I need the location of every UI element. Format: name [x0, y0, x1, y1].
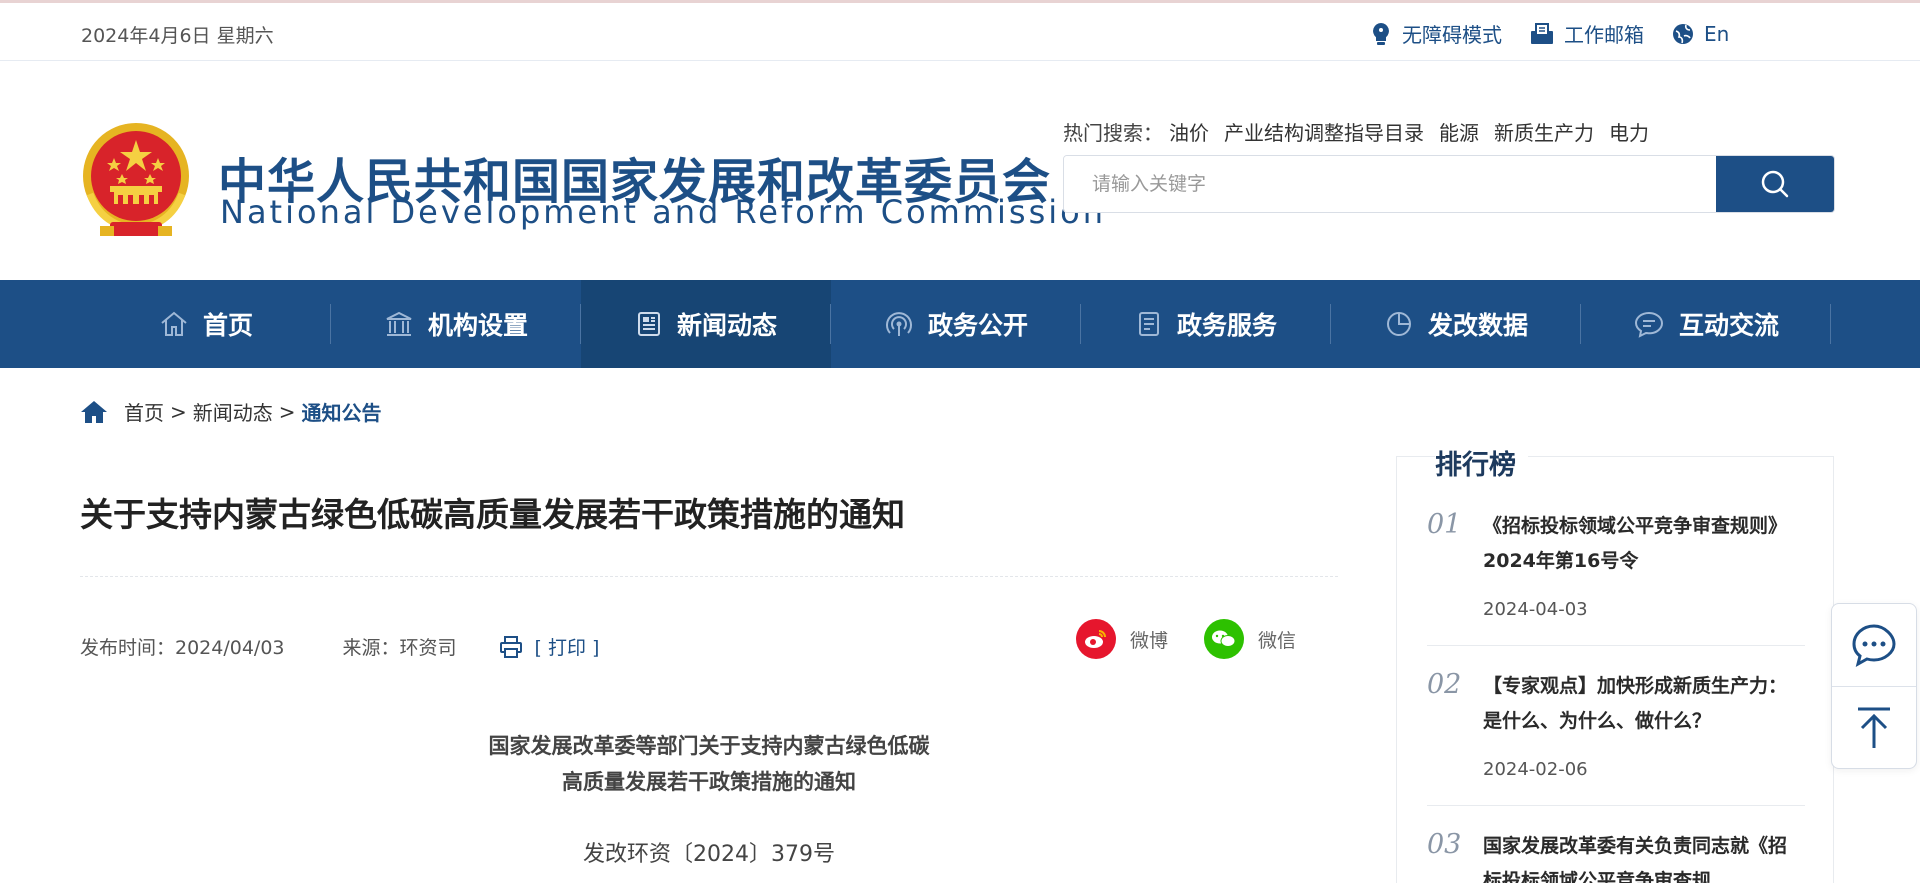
share-wechat-button[interactable]: 微信: [1204, 619, 1296, 659]
ranking-title: 排行榜: [1435, 443, 1528, 482]
share-weibo-label: 微博: [1130, 629, 1169, 652]
ranking-divider: [1427, 805, 1805, 806]
ranking-item-title[interactable]: 国家发展改革委有关负责同志就《招标投标领域公平竞争审查规: [1483, 829, 1793, 883]
ranking-item-title[interactable]: 《招标投标领域公平竞争审查规则》 2024年第16号令: [1483, 509, 1793, 579]
home-icon: [161, 311, 187, 336]
site-header: 中华人民共和国国家发展和改革委员会 National Development a…: [0, 62, 1920, 280]
hot-search-item[interactable]: 产业结构调整指导目录: [1224, 117, 1424, 146]
hot-search-item[interactable]: 电力: [1609, 117, 1649, 146]
breadcrumb-separator: >: [170, 399, 187, 424]
work-mailbox-link[interactable]: 工作邮箱: [1530, 19, 1644, 48]
chat-bubble-icon: [1634, 311, 1663, 338]
english-link[interactable]: En: [1672, 22, 1729, 46]
publish-time: 发布时间：2024/04/03: [80, 637, 285, 659]
accessibility-mode-label: 无障碍模式: [1402, 23, 1502, 47]
print-button[interactable]: [ 打印 ]: [499, 633, 600, 660]
current-date: 2024年4月6日 星期六: [81, 25, 274, 47]
home-icon[interactable]: [80, 399, 108, 425]
nav-item-news[interactable]: 新闻动态: [581, 280, 831, 368]
main-nav: 首页 机构设置 新闻动态 政务公开 政务服务 发改数据 互动交流: [0, 280, 1920, 368]
ranking-number: 02: [1427, 669, 1462, 700]
nav-item-label: 机构设置: [427, 311, 528, 340]
print-label: [ 打印 ]: [534, 637, 600, 659]
national-emblem-icon[interactable]: [80, 122, 192, 240]
breadcrumb-separator: >: [278, 399, 296, 424]
nav-separator: [1830, 304, 1831, 344]
nav-item-home[interactable]: 首页: [81, 280, 331, 368]
breadcrumb-news[interactable]: 新闻动态: [193, 397, 273, 426]
arrow-up-icon: [1858, 707, 1890, 748]
institution-icon: [386, 311, 412, 336]
ranking-item-date: 2024-04-03: [1483, 599, 1588, 620]
ranking-panel: 排行榜 01 《招标投标领域公平竞争审查规则》 2024年第16号令 2024-…: [1396, 443, 1834, 883]
globe-icon: [1673, 23, 1693, 44]
search-icon: [1761, 170, 1789, 198]
ranking-item-title[interactable]: 【专家观点】加快形成新质生产力：是什么、为什么、做什么？: [1483, 669, 1793, 739]
document-number: 发改环资〔2024〕379号: [583, 842, 835, 867]
accessibility-mode-link[interactable]: 无障碍模式: [1370, 19, 1502, 48]
share-buttons: 微博 微信: [1076, 619, 1332, 659]
ranking-number: 01: [1427, 509, 1462, 540]
nav-item-data[interactable]: 发改数据: [1331, 280, 1581, 368]
nav-item-label: 首页: [202, 311, 253, 340]
floating-toolbar: [1831, 603, 1917, 769]
weibo-icon: [1076, 619, 1116, 659]
utility-links: 无障碍模式 工作邮箱 En: [1370, 19, 1757, 48]
nav-item-institutions[interactable]: 机构设置: [331, 280, 581, 368]
chat-icon: [1852, 624, 1896, 667]
work-mailbox-label: 工作邮箱: [1564, 23, 1644, 47]
nav-item-label: 发改数据: [1427, 311, 1528, 340]
document-heading-line: 国家发展改革委等部门关于支持内蒙古绿色低碳: [488, 734, 930, 758]
back-to-top-button[interactable]: [1832, 687, 1916, 769]
document-heading-line: 高质量发展若干政策措施的通知: [562, 770, 856, 794]
nav-item-interaction[interactable]: 互动交流: [1581, 280, 1831, 368]
broadcast-icon: [885, 312, 912, 336]
nav-item-label: 政务公开: [927, 311, 1028, 340]
chat-button[interactable]: [1832, 604, 1916, 686]
share-weibo-button[interactable]: 微博: [1076, 619, 1168, 659]
hot-searches: 热门搜索： 油价 产业结构调整指导目录 能源 新质生产力 电力: [1063, 117, 1664, 146]
mailbox-icon: [1531, 22, 1553, 44]
search-input[interactable]: [1064, 156, 1716, 212]
wechat-icon: [1204, 619, 1245, 659]
search-box: [1063, 155, 1835, 213]
accessibility-icon: [1373, 22, 1389, 45]
article-source: 来源：环资司: [342, 637, 457, 659]
breadcrumb-current[interactable]: 通知公告: [302, 397, 382, 426]
ranking-divider: [1427, 645, 1805, 646]
english-label: En: [1704, 21, 1730, 46]
nav-item-label: 新闻动态: [676, 311, 777, 340]
nav-item-services[interactable]: 政务服务: [1081, 280, 1331, 368]
ranking-number: 03: [1427, 829, 1462, 860]
hot-search-item[interactable]: 油价: [1169, 117, 1209, 146]
pie-chart-icon: [1386, 312, 1411, 336]
service-icon: [1138, 312, 1159, 336]
printer-icon: [499, 635, 522, 658]
nav-item-government-affairs[interactable]: 政务公开: [831, 280, 1081, 368]
nav-item-label: 互动交流: [1678, 311, 1779, 340]
breadcrumb: 首页 > 新闻动态 > 通知公告: [80, 397, 382, 426]
nav-item-label: 政务服务: [1176, 311, 1277, 340]
share-wechat-label: 微信: [1258, 629, 1297, 652]
news-icon: [637, 312, 660, 336]
article-meta: 发布时间：2024/04/03 来源：环资司 [ 打印 ]: [80, 633, 599, 660]
hot-search-label: 热门搜索：: [1063, 121, 1163, 145]
site-title-english: National Development and Reform Commissi…: [220, 193, 1106, 231]
utility-bar: 2024年4月6日 星期六 无障碍模式 工作邮箱 En: [0, 3, 1920, 61]
article-title: 关于支持内蒙古绿色低碳高质量发展若干政策措施的通知: [80, 495, 905, 534]
hot-search-item[interactable]: 新质生产力: [1494, 117, 1594, 146]
ranking-item-date: 2024-02-06: [1483, 759, 1588, 780]
search-button[interactable]: [1716, 156, 1834, 212]
title-divider: [80, 576, 1338, 577]
breadcrumb-home[interactable]: 首页: [124, 397, 164, 426]
hot-search-item[interactable]: 能源: [1439, 117, 1479, 146]
document-heading: 国家发展改革委等部门关于支持内蒙古绿色低碳 高质量发展若干政策措施的通知: [300, 728, 1118, 800]
